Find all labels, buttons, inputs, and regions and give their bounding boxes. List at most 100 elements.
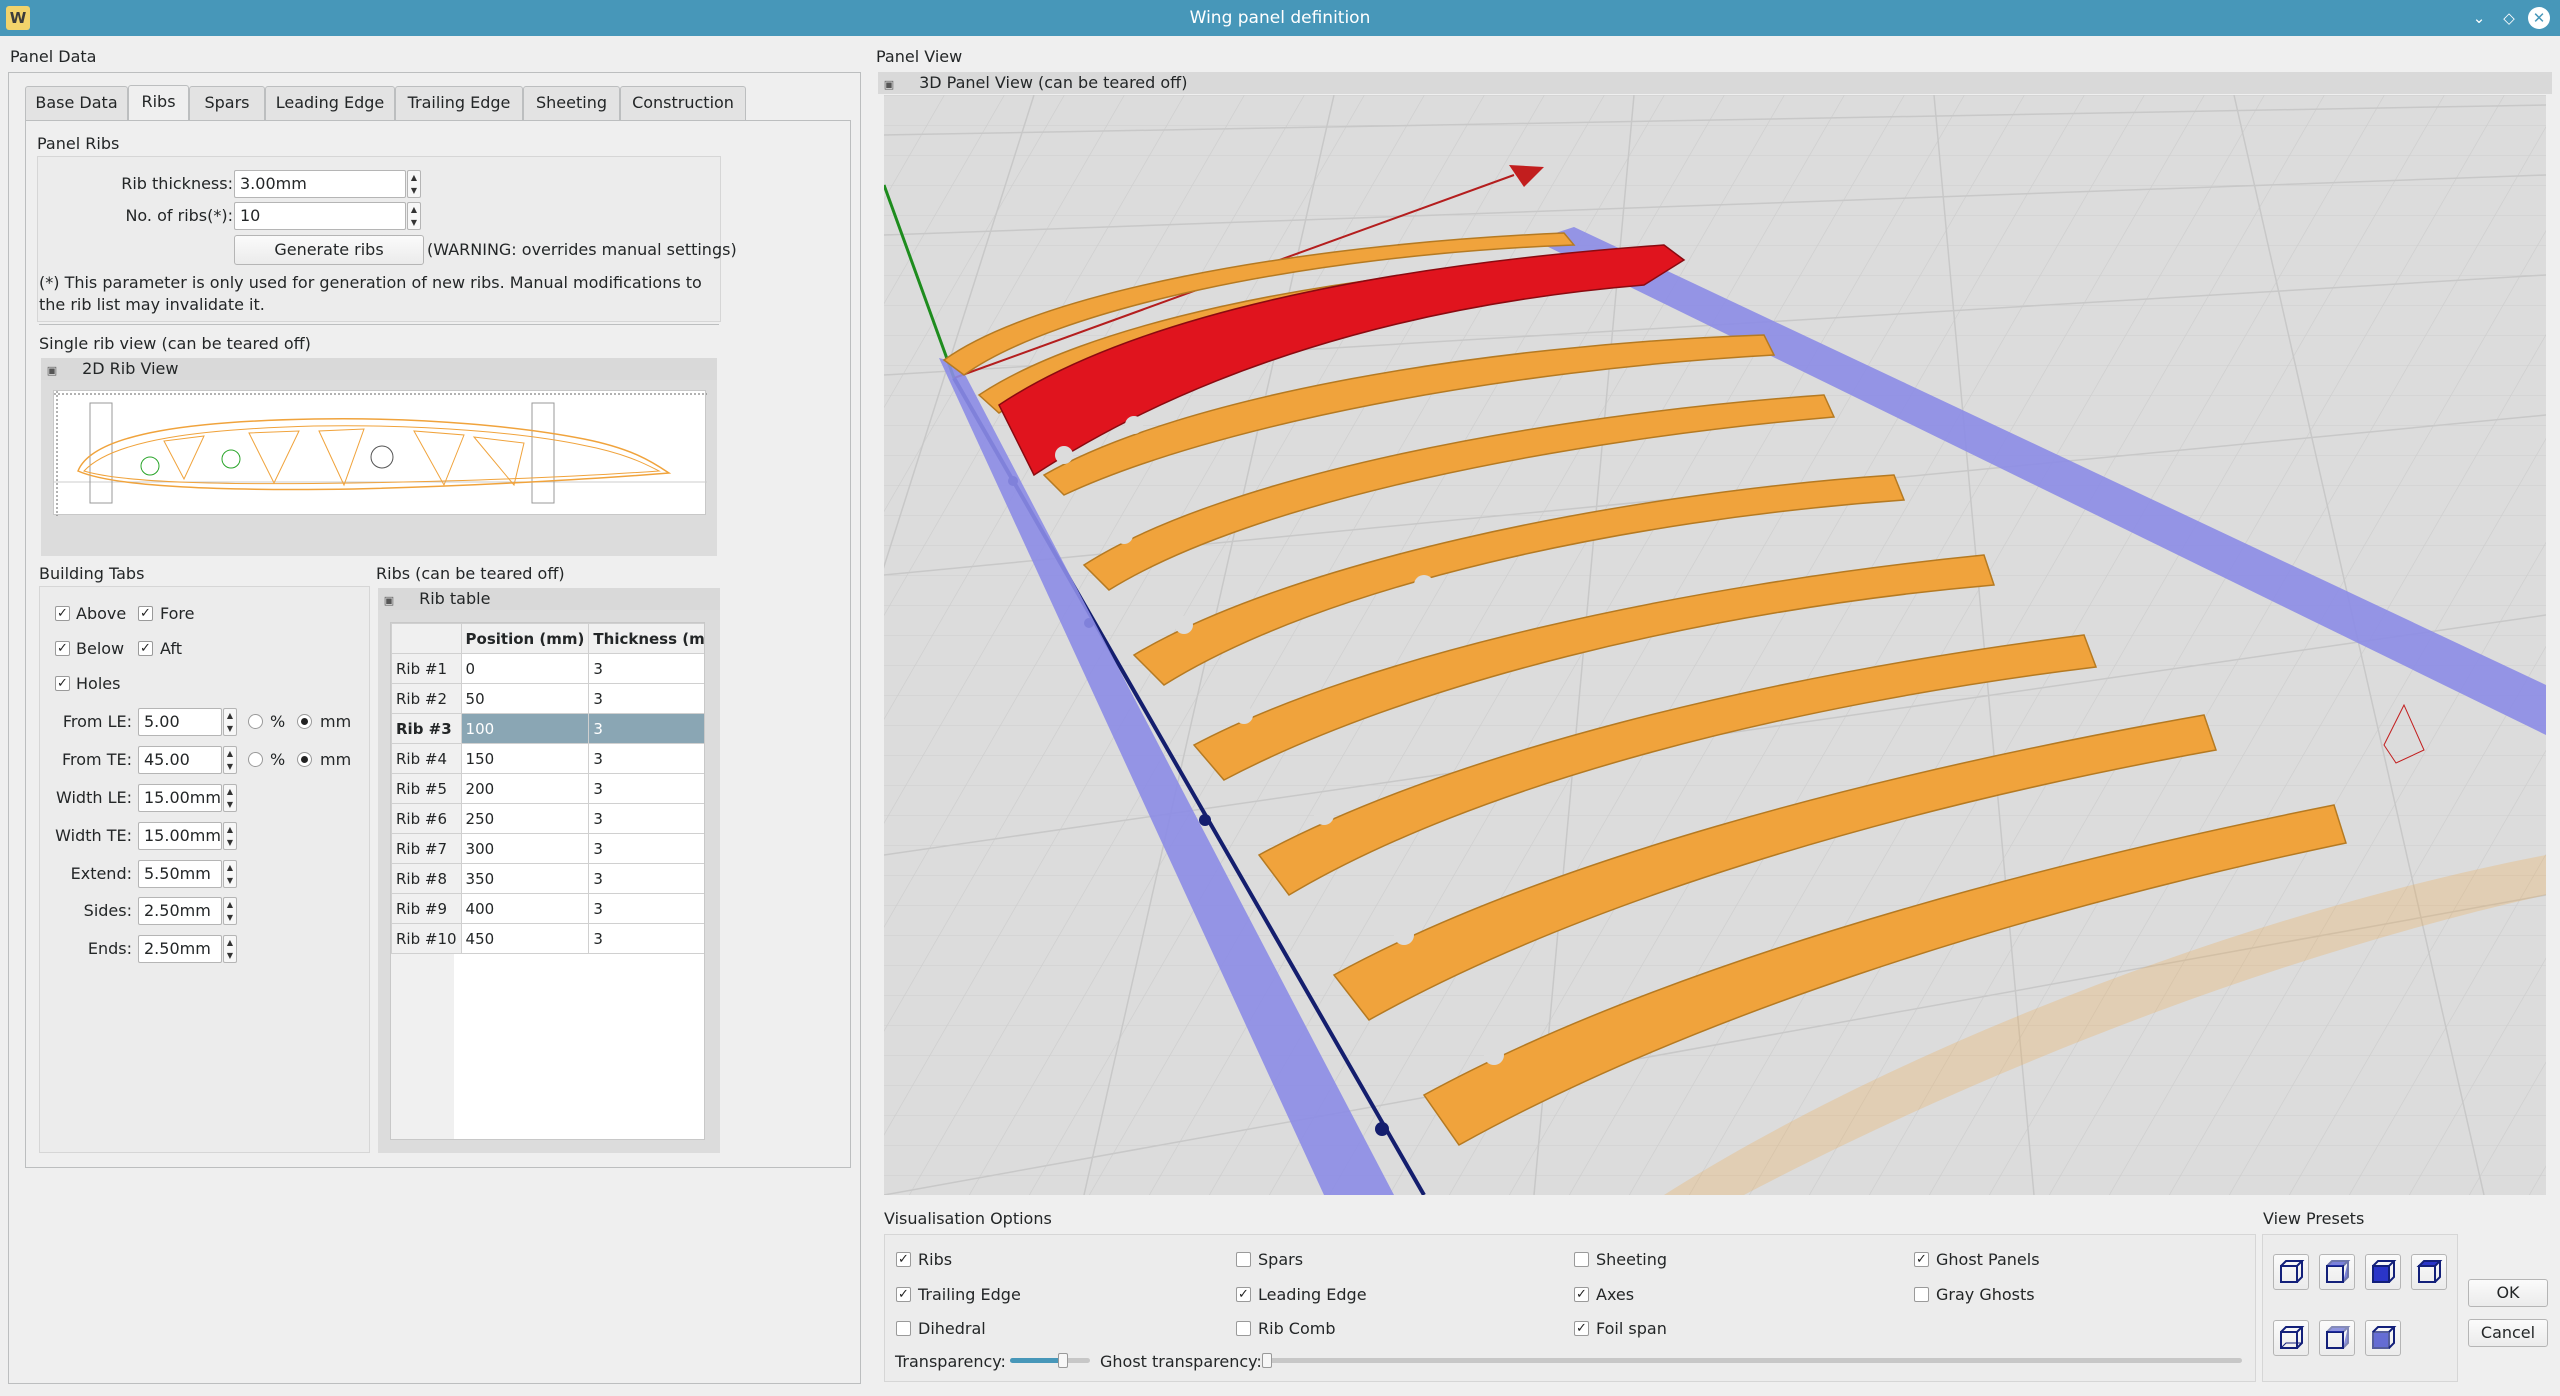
- tab-base-data[interactable]: Base Data: [25, 86, 128, 120]
- aft-checkbox[interactable]: ✓: [138, 641, 153, 656]
- close-button[interactable]: ✕: [2528, 7, 2550, 29]
- ends-spinner[interactable]: ▲ ▼: [223, 935, 237, 963]
- from-te-spinner[interactable]: ▲ ▼: [223, 746, 237, 774]
- trailing-edge-checkbox[interactable]: ✓: [896, 1287, 911, 1302]
- rib-thickness-spinner[interactable]: ▲ ▼: [407, 170, 421, 198]
- 3d-panel-view[interactable]: [884, 95, 2546, 1195]
- from-le-mm-radio[interactable]: [297, 714, 312, 729]
- sides-spinner[interactable]: ▲ ▼: [223, 897, 237, 925]
- view-preset-iso-1-icon[interactable]: [2273, 1320, 2309, 1356]
- ok-button[interactable]: OK: [2468, 1279, 2548, 1307]
- from-le-spinner[interactable]: ▲ ▼: [223, 708, 237, 736]
- tab-leading-edge[interactable]: Leading Edge: [265, 86, 395, 120]
- dock-float-icon[interactable]: ▣: [878, 74, 900, 96]
- from-te-mm-radio[interactable]: [297, 752, 312, 767]
- thickness-cell[interactable]: 3: [588, 833, 704, 864]
- width-te-spinner[interactable]: ▲ ▼: [223, 822, 237, 850]
- rib-2d-canvas[interactable]: [53, 390, 707, 516]
- thickness-cell[interactable]: 3: [588, 743, 704, 774]
- row-header[interactable]: Rib #10: [391, 923, 462, 954]
- thickness-cell[interactable]: 3: [588, 653, 704, 684]
- tab-spars[interactable]: Spars: [189, 86, 265, 120]
- minimize-button[interactable]: ⌄: [2468, 7, 2490, 29]
- rib-table[interactable]: Position (mm) Thickness (mm) Rib #103 Ri…: [390, 622, 705, 1140]
- from-le-input[interactable]: 5.00: [138, 708, 222, 736]
- position-cell[interactable]: 150: [460, 743, 590, 774]
- thickness-cell[interactable]: 3: [588, 773, 704, 804]
- axes-checkbox[interactable]: ✓: [1574, 1287, 1589, 1302]
- below-checkbox[interactable]: ✓: [55, 641, 70, 656]
- thickness-cell[interactable]: 3: [588, 683, 704, 714]
- leading-edge-checkbox[interactable]: ✓: [1236, 1287, 1251, 1302]
- fore-checkbox[interactable]: ✓: [138, 606, 153, 621]
- dock-float-icon[interactable]: ▣: [378, 590, 400, 612]
- extend-input[interactable]: 5.50mm: [138, 860, 222, 888]
- position-cell[interactable]: 350: [460, 863, 590, 894]
- view-preset-side-icon[interactable]: [2319, 1254, 2355, 1290]
- maximize-button[interactable]: ◇: [2498, 7, 2520, 29]
- thickness-cell[interactable]: 3: [588, 923, 704, 954]
- sides-input[interactable]: 2.50mm: [138, 897, 222, 925]
- from-te-input[interactable]: 45.00: [138, 746, 222, 774]
- extend-spinner[interactable]: ▲ ▼: [223, 860, 237, 888]
- ghost-transparency-slider[interactable]: [1262, 1353, 2242, 1368]
- position-cell[interactable]: 0: [460, 653, 590, 684]
- row-header[interactable]: Rib #4: [391, 743, 462, 774]
- position-cell[interactable]: 100: [460, 713, 590, 744]
- thickness-cell[interactable]: 3: [588, 713, 704, 744]
- width-te-input[interactable]: 15.00mm: [138, 822, 222, 850]
- row-header[interactable]: Rib #1: [391, 653, 462, 684]
- row-header[interactable]: Rib #5: [391, 773, 462, 804]
- width-le-spinner[interactable]: ▲ ▼: [223, 784, 237, 812]
- view-preset-iso-3-icon[interactable]: [2365, 1320, 2401, 1356]
- width-le-input[interactable]: 15.00mm: [138, 784, 222, 812]
- table-row[interactable]: Rib #8 350 3: [391, 863, 704, 894]
- position-cell[interactable]: 450: [460, 923, 590, 954]
- view-preset-front-icon[interactable]: [2273, 1254, 2309, 1290]
- ghost-panels-checkbox[interactable]: ✓: [1914, 1252, 1929, 1267]
- holes-checkbox[interactable]: ✓: [55, 676, 70, 691]
- rib-thickness-input[interactable]: 3.00mm: [234, 170, 406, 198]
- thickness-cell[interactable]: 3: [588, 863, 704, 894]
- num-ribs-input[interactable]: 10: [234, 202, 406, 230]
- position-column-header[interactable]: Position (mm): [460, 623, 590, 654]
- thickness-cell[interactable]: 3: [588, 893, 704, 924]
- rib-table-grid[interactable]: Position (mm) Thickness (mm) Rib #103 Ri…: [391, 623, 704, 954]
- position-cell[interactable]: 250: [460, 803, 590, 834]
- tab-sheeting[interactable]: Sheeting: [523, 86, 620, 120]
- view-preset-top-icon[interactable]: [2365, 1254, 2401, 1290]
- position-cell[interactable]: 200: [460, 773, 590, 804]
- num-ribs-spinner[interactable]: ▲ ▼: [407, 202, 421, 230]
- position-cell[interactable]: 50: [460, 683, 590, 714]
- table-row[interactable]: Rib #1 0 3: [391, 653, 704, 684]
- dihedral-checkbox[interactable]: [896, 1321, 911, 1336]
- foil-span-checkbox[interactable]: ✓: [1574, 1321, 1589, 1336]
- position-cell[interactable]: 300: [460, 833, 590, 864]
- row-header[interactable]: Rib #7: [391, 833, 462, 864]
- table-row[interactable]: Rib #4 150 3: [391, 743, 704, 774]
- from-te-percent-radio[interactable]: [248, 752, 263, 767]
- thickness-cell[interactable]: 3: [588, 803, 704, 834]
- from-le-percent-radio[interactable]: [248, 714, 263, 729]
- table-row-selected[interactable]: Rib #3 100 3: [391, 713, 704, 744]
- table-row[interactable]: Rib #2 50 3: [391, 683, 704, 714]
- rib-comb-checkbox[interactable]: [1236, 1321, 1251, 1336]
- cancel-button[interactable]: Cancel: [2468, 1319, 2548, 1347]
- table-row[interactable]: Rib #7 300 3: [391, 833, 704, 864]
- ghost-transparency-handle[interactable]: [1262, 1353, 1272, 1368]
- view-preset-iso-2-icon[interactable]: [2319, 1320, 2355, 1356]
- row-header[interactable]: Rib #6: [391, 803, 462, 834]
- row-header[interactable]: Rib #9: [391, 893, 462, 924]
- tab-construction[interactable]: Construction: [620, 86, 746, 120]
- table-row[interactable]: Rib #6 250 3: [391, 803, 704, 834]
- ends-input[interactable]: 2.50mm: [138, 935, 222, 963]
- tab-trailing-edge[interactable]: Trailing Edge: [395, 86, 523, 120]
- dock-float-icon[interactable]: ▣: [41, 360, 63, 382]
- tab-ribs[interactable]: Ribs: [128, 85, 189, 121]
- row-header[interactable]: Rib #2: [391, 683, 462, 714]
- position-cell[interactable]: 400: [460, 893, 590, 924]
- transparency-slider[interactable]: [1010, 1353, 1090, 1368]
- row-header[interactable]: Rib #3: [391, 713, 462, 744]
- row-header[interactable]: Rib #8: [391, 863, 462, 894]
- table-row[interactable]: Rib #10 450 3: [391, 923, 704, 954]
